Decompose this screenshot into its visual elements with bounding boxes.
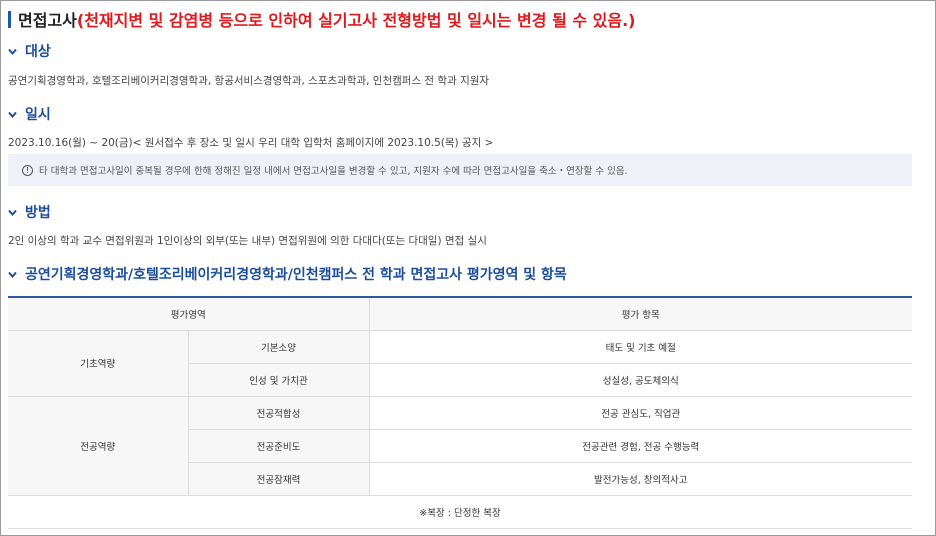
items-cell: 태도 및 기초 예절 — [369, 330, 912, 364]
evaluation-table: 평가영역 평가 항목 기초역량 기본소양 태도 및 기초 예절 인성 및 가치관… — [8, 296, 912, 529]
items-cell: 전공관련 경험, 전공 수행능력 — [369, 429, 912, 463]
items-cell: 성실성, 공도체의식 — [369, 363, 912, 397]
subcategory-cell: 전공잠재력 — [188, 462, 370, 496]
table-footer-row: ※복장 : 단정한 복장 — [8, 495, 912, 529]
info-icon: ! — [22, 164, 33, 176]
section-method-heading: 방법 — [8, 203, 51, 221]
table-row: 전공역량 전공적합성 전공 관심도, 직업관 — [8, 396, 912, 496]
chevron-down-icon — [8, 110, 17, 119]
subcategory-cell: 전공준비도 — [188, 429, 370, 463]
items-cell: 발전가능성, 창의적사고 — [369, 462, 912, 496]
column-header-items: 평가 항목 — [369, 296, 912, 331]
section-schedule-heading: 일시 — [8, 105, 51, 123]
section-method-title: 방법 — [25, 205, 51, 221]
chevron-down-icon — [8, 208, 17, 217]
section-evaluation-heading: 공연기획경영학과/호텔조리베이커리경영학과/인천캠퍼스 전 학과 면접고사 평가… — [8, 265, 567, 283]
section-schedule-title: 일시 — [25, 107, 51, 123]
items-cell: 전공 관심도, 직업관 — [369, 396, 912, 430]
schedule-notice-box: ! 타 대학과 면접고사일이 중복될 경우에 한해 정해진 일정 내에서 면접고… — [8, 154, 912, 186]
target-text: 공연기획경영학과, 호텔조리베이커리경영학과, 항공서비스경영학과, 스포츠과학… — [8, 75, 490, 87]
title-notice: (천재지변 및 감염병 등으로 인하여 실기고사 전형방법 및 일시는 변경 될… — [76, 11, 636, 30]
category-cell: 기초역량 — [8, 330, 189, 397]
schedule-text: 2023.10.16(월) ~ 20(금)< 원서접수 후 장소 및 일시 우리… — [8, 137, 494, 149]
chevron-down-icon — [8, 47, 17, 56]
subcategory-cell: 전공적합성 — [188, 396, 370, 430]
subcategory-cell: 기본소양 — [188, 330, 370, 364]
title-bar-marker — [8, 10, 11, 28]
schedule-notice-text: 타 대학과 면접고사일이 중복될 경우에 한해 정해진 일정 내에서 면접고사일… — [39, 166, 628, 177]
column-header-area: 평가영역 — [8, 296, 370, 331]
title-text: 면접고사 — [18, 11, 77, 30]
category-cell: 전공역량 — [8, 396, 189, 496]
table-row: 기초역량 기본소양 태도 및 기초 예절 — [8, 330, 912, 397]
chevron-down-icon — [8, 270, 17, 279]
dress-code-footnote: ※복장 : 단정한 복장 — [8, 495, 912, 529]
subcategory-cell: 인성 및 가치관 — [188, 363, 370, 397]
method-text: 2인 이상의 학과 교수 면접위원과 1인이상의 외부(또는 내부) 면접위원에… — [8, 235, 487, 247]
section-target-heading: 대상 — [8, 42, 51, 60]
section-evaluation-title: 공연기획경영학과/호텔조리베이커리경영학과/인천캠퍼스 전 학과 면접고사 평가… — [25, 267, 567, 283]
section-target-title: 대상 — [25, 44, 51, 60]
page-title: 면접고사 (천재지변 및 감염병 등으로 인하여 실기고사 전형방법 및 일시는… — [8, 8, 635, 30]
